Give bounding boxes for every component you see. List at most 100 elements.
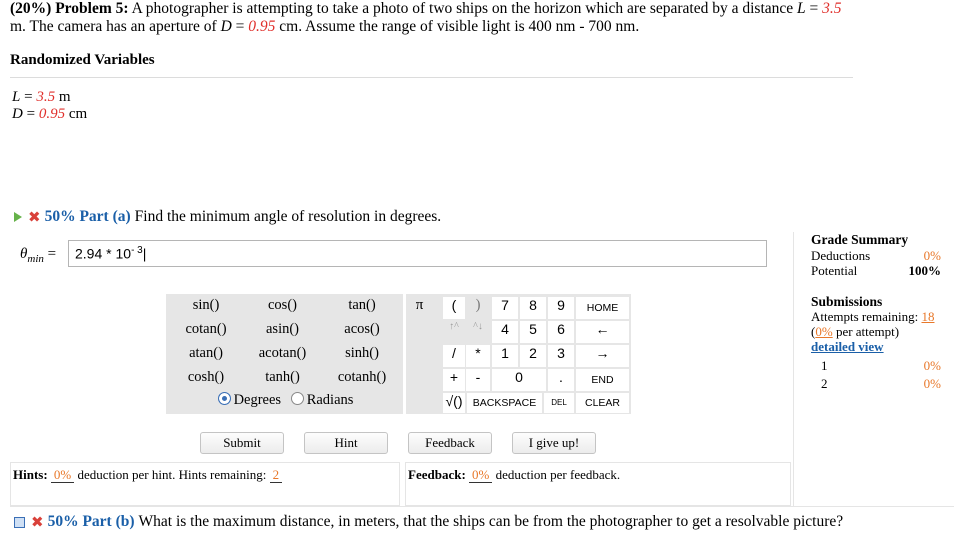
problem-D-symbol: D	[220, 18, 232, 35]
part-a-label: 50% Part (a)	[44, 208, 131, 225]
potential-label: Potential	[811, 263, 858, 278]
right-paren-button[interactable]: )	[466, 297, 490, 319]
part-b-header[interactable]: ✖ 50% Part (b) What is the maximum dista…	[14, 513, 843, 531]
detailed-view-link[interactable]: detailed view	[811, 339, 941, 354]
incorrect-x-icon: ✖	[31, 513, 44, 531]
problem-D-value: 0.95	[248, 18, 276, 35]
expand-triangle-icon[interactable]	[14, 212, 22, 222]
part-a-question: Find the minimum angle of resolution in …	[134, 208, 442, 225]
equals-sign: =	[47, 246, 57, 262]
cotanh-button[interactable]: cotanh()	[323, 369, 401, 391]
hints-label: Hints:	[13, 467, 48, 482]
problem-L-symbol: L	[797, 0, 806, 17]
answer-label: θmin =	[20, 246, 56, 265]
feedback-label: Feedback:	[408, 467, 466, 482]
problem-L-value: 3.5	[822, 0, 842, 17]
cursor-right-button[interactable]: →	[576, 345, 629, 367]
acotan-button[interactable]: acotan()	[245, 345, 320, 367]
cosh-button[interactable]: cosh()	[170, 369, 242, 391]
digit-3-button[interactable]: 3	[548, 345, 574, 367]
divide-button[interactable]: /	[443, 345, 465, 367]
multiply-button[interactable]: *	[466, 345, 490, 367]
answer-exponent: - 3	[131, 245, 143, 256]
sin-button[interactable]: sin()	[170, 297, 242, 319]
digit-1-button[interactable]: 1	[492, 345, 518, 367]
digit-7-button[interactable]: 7	[492, 297, 518, 319]
give-up-button[interactable]: I give up!	[512, 432, 596, 454]
superscript-up-button[interactable]: ↑^	[443, 321, 465, 343]
sinh-button[interactable]: sinh()	[323, 345, 401, 367]
pi-button[interactable]: π	[408, 297, 431, 319]
incorrect-x-icon: ✖	[28, 208, 41, 226]
acos-button[interactable]: acos()	[323, 321, 401, 343]
cos-button[interactable]: cos()	[245, 297, 320, 319]
submit-button[interactable]: Submit	[200, 432, 284, 454]
cotan-button[interactable]: cotan()	[170, 321, 242, 343]
home-button[interactable]: HOME	[576, 297, 629, 319]
answer-value: 2.94 * 10	[75, 245, 132, 262]
digit-5-button[interactable]: 5	[520, 321, 546, 343]
feedback-pct: 0%	[469, 467, 493, 483]
end-button[interactable]: END	[576, 369, 629, 391]
collapse-box-icon[interactable]	[14, 516, 25, 528]
hints-text: deduction per hint. Hints remaining:	[74, 467, 270, 482]
potential-value: 100%	[908, 263, 942, 278]
randomized-variable-D: D = 0.95 cm	[12, 106, 88, 122]
minus-button[interactable]: -	[466, 369, 490, 391]
digit-0-button[interactable]: 0	[492, 369, 546, 391]
degrees-label: Degrees	[233, 392, 282, 408]
atan-button[interactable]: atan()	[170, 345, 242, 367]
backspace-button[interactable]: BACKSPACE	[467, 393, 542, 413]
submission-number: 1	[821, 358, 828, 373]
degrees-radio[interactable]	[217, 392, 231, 405]
tan-button[interactable]: tan()	[323, 297, 401, 319]
attempts-value: 18	[921, 309, 935, 324]
feedback-button[interactable]: Feedback	[408, 432, 492, 454]
grade-summary: Grade Summary Deductions 0% Potential 100%	[811, 232, 941, 278]
clear-button[interactable]: CLEAR	[576, 393, 629, 413]
digit-6-button[interactable]: 6	[548, 321, 574, 343]
problem-text-2: m. The camera has an aperture of	[10, 18, 221, 35]
deductions-value: 0%	[923, 248, 941, 263]
plus-button[interactable]: +	[443, 369, 465, 391]
variable-value: 3.5	[36, 89, 56, 105]
per-attempt-pct: 0%	[815, 324, 833, 339]
asin-button[interactable]: asin()	[245, 321, 320, 343]
sqrt-button[interactable]: √()	[443, 393, 465, 413]
left-paren-button[interactable]: (	[443, 297, 465, 319]
variable-symbol: D	[12, 106, 23, 122]
submissions-panel: Submissions Attempts remaining: 18 (0% p…	[811, 294, 941, 391]
problem-statement: (20%) Problem 5: A photographer is attem…	[10, 0, 850, 36]
digit-8-button[interactable]: 8	[520, 297, 546, 319]
hints-pct: 0%	[50, 467, 75, 483]
variable-unit: cm	[68, 106, 88, 122]
cursor-left-button[interactable]: ←	[576, 321, 629, 343]
decimal-button[interactable]: .	[548, 369, 574, 391]
randomized-variable-L: L = 3.5 m	[12, 89, 71, 105]
submission-number: 2	[821, 376, 828, 391]
variable-value: 0.95	[38, 106, 66, 122]
variable-unit: m	[58, 89, 71, 105]
angle-mode-group: Degrees Radians	[170, 392, 401, 412]
answer-input[interactable]: 2.94 * 10- 3|	[68, 240, 767, 267]
digit-4-button[interactable]: 4	[492, 321, 518, 343]
hints-info: Hints: 0% deduction per hint. Hints rema…	[10, 462, 400, 506]
divider	[10, 506, 954, 507]
problem-text-1: A photographer is attempting to take a p…	[131, 0, 798, 17]
tanh-button[interactable]: tanh()	[245, 369, 320, 391]
part-a-header[interactable]: ✖ 50% Part (a) Find the minimum angle of…	[14, 208, 441, 226]
problem-equals-2: =	[231, 18, 249, 35]
digit-9-button[interactable]: 9	[548, 297, 574, 319]
subscript-down-button[interactable]: ^↓	[466, 321, 490, 343]
problem-equals: =	[805, 0, 823, 17]
digit-2-button[interactable]: 2	[520, 345, 546, 367]
randomized-variables-title: Randomized Variables	[10, 52, 155, 68]
delete-button[interactable]: DEL	[544, 393, 574, 413]
part-b-question: What is the maximum distance, in meters,…	[138, 513, 844, 530]
variable-symbol: L	[12, 89, 21, 105]
per-attempt-text: per attempt)	[832, 324, 900, 339]
hints-remaining: 2	[269, 467, 283, 483]
radians-radio[interactable]	[290, 392, 304, 405]
hint-button[interactable]: Hint	[304, 432, 388, 454]
deductions-label: Deductions	[811, 248, 871, 263]
